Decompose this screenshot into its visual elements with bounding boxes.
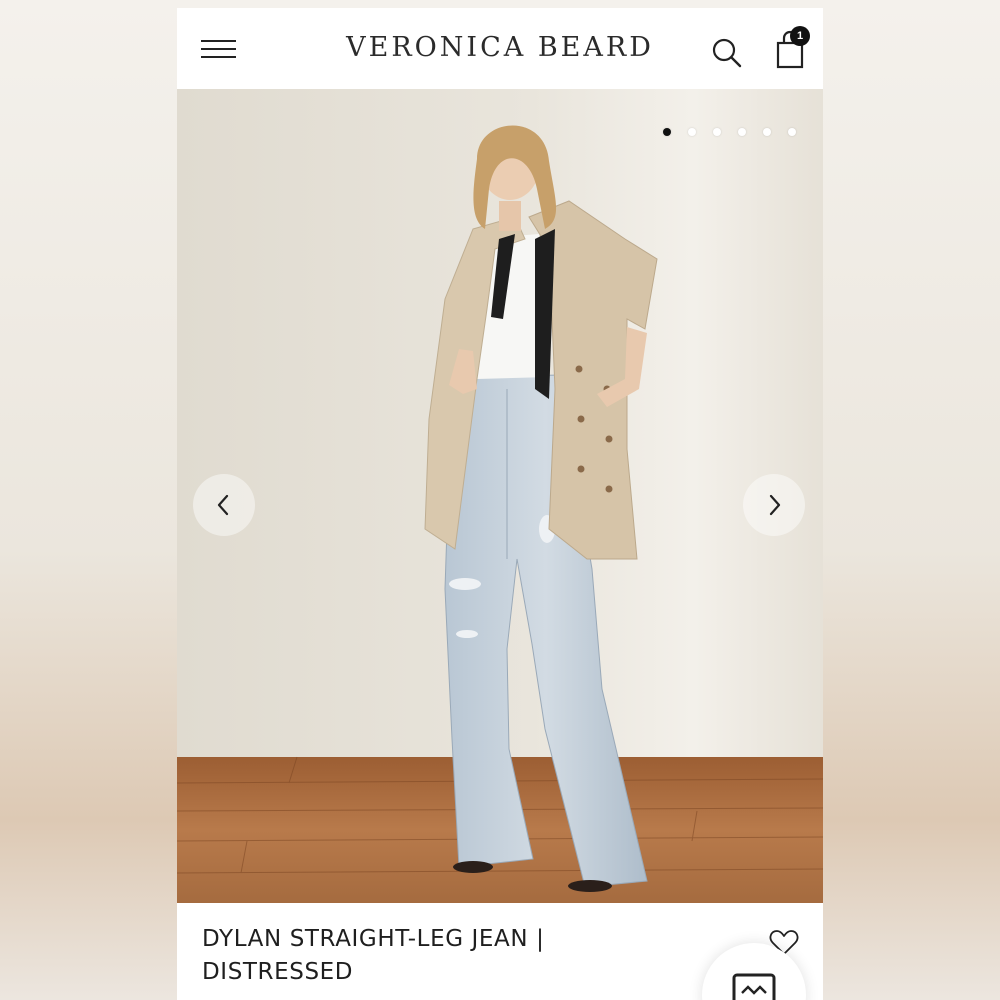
previous-image-button[interactable] [193,474,255,536]
pagination-dot-2[interactable] [688,128,696,136]
pagination-dot-5[interactable] [763,128,771,136]
pagination-dot-4[interactable] [738,128,746,136]
product-title-line-2: DISTRESSED [202,959,354,985]
product-image-gallery[interactable] [177,89,823,903]
pagination-dot-3[interactable] [713,128,721,136]
site-header: VERONICA BEARD 1 [177,8,823,90]
chevron-right-icon [769,494,781,516]
product-info: DYLAN STRAIGHT-LEG JEAN | DISTRESSED [177,903,823,1000]
product-title: DYLAN STRAIGHT-LEG JEAN | DISTRESSED [202,923,622,989]
phone-viewport: VERONICA BEARD 1 DYLAN STRAIGHT-LEG JEAN… [177,8,823,1000]
cart-count-badge: 1 [790,26,810,46]
chat-icon [732,973,776,1000]
pagination-dot-1[interactable] [663,128,671,136]
search-icon [712,38,742,68]
chevron-left-icon [217,494,229,516]
product-photo [177,89,823,903]
product-title-line-1: DYLAN STRAIGHT-LEG JEAN | [202,926,545,952]
next-image-button[interactable] [743,474,805,536]
search-button[interactable] [710,36,744,70]
pagination-dot-6[interactable] [788,128,796,136]
shopping-bag-button[interactable]: 1 [774,26,814,72]
